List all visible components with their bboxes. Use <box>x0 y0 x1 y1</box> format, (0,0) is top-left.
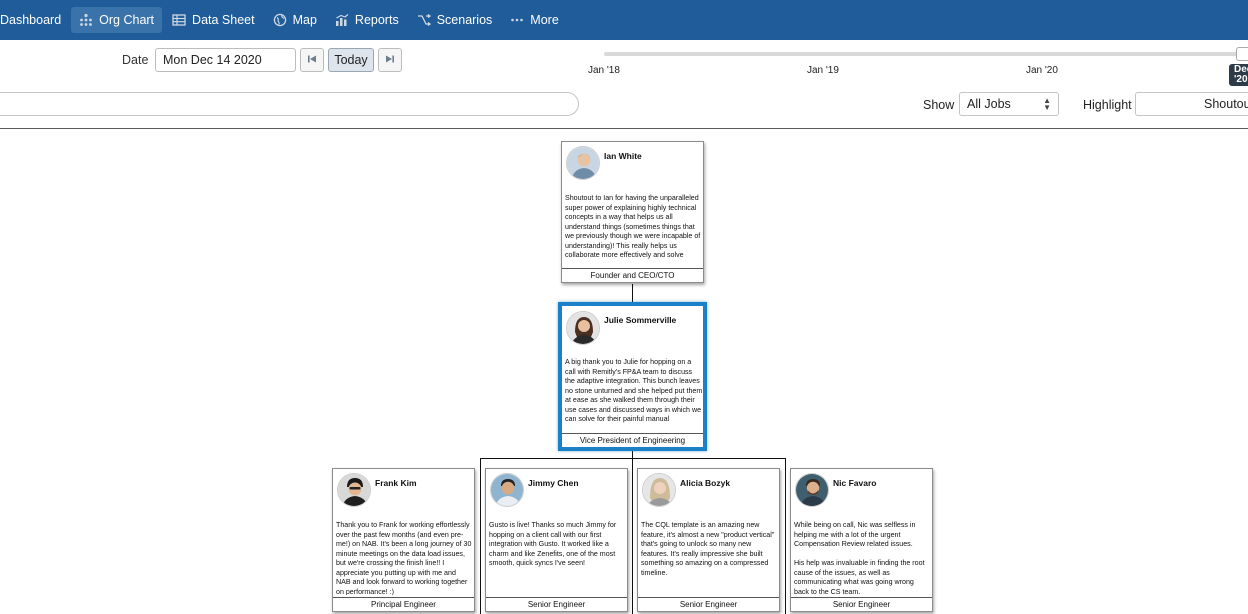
connector-right <box>785 458 786 614</box>
timeline-handle[interactable] <box>1236 47 1248 61</box>
connector-root-vp <box>632 284 633 303</box>
org-chart-icon <box>79 13 93 27</box>
org-card-julie-sommerville[interactable]: Julie Sommerville A big thank you to Jul… <box>558 302 707 451</box>
highlight-select[interactable]: Shoutout <box>1135 92 1248 116</box>
avatar <box>566 146 600 180</box>
card-shoutout-text: The CQL template is an amazing new featu… <box>641 521 775 577</box>
nav-scenarios-label: Scenarios <box>436 13 493 27</box>
avatar <box>337 473 371 507</box>
reports-icon <box>335 13 349 27</box>
org-card-frank-kim[interactable]: Frank Kim Thank you to Frank for working… <box>332 468 475 612</box>
card-job-title: Senior Engineer <box>638 597 779 611</box>
card-name: Ian White <box>604 151 642 161</box>
connector-vp-down <box>632 450 633 458</box>
skip-back-icon <box>307 51 317 69</box>
nav-map-label: Map <box>292 13 317 27</box>
avatar <box>566 311 600 345</box>
timeline-tick: Jan '19 <box>807 65 839 76</box>
card-name: Jimmy Chen <box>528 478 579 488</box>
nav-org-chart[interactable]: Org Chart <box>71 7 163 33</box>
show-select[interactable]: All Jobs ▲ ▼ <box>959 92 1059 116</box>
card-job-title: Vice President of Engineering <box>562 433 703 447</box>
nav-more-label: More <box>530 13 559 27</box>
org-card-alicia-bozyk[interactable]: Alicia Bozyk The CQL template is an amaz… <box>637 468 780 612</box>
card-shoutout-text: Shoutout to Ian for having the unparalle… <box>565 194 701 259</box>
date-label: Date <box>122 53 149 67</box>
nav-reports[interactable]: Reports <box>327 7 407 33</box>
next-date-button[interactable] <box>378 48 402 72</box>
avatar <box>490 473 524 507</box>
highlight-select-value: Shoutout <box>1204 97 1248 111</box>
previous-date-button[interactable] <box>300 48 324 72</box>
today-button[interactable]: Today <box>328 48 374 72</box>
card-shoutout-text: Thank you to Frank for working effortles… <box>336 521 472 595</box>
connector-middle <box>632 458 633 614</box>
scenarios-icon <box>417 13 431 27</box>
card-name: Frank Kim <box>375 478 417 488</box>
nav-org-chart-label: Org Chart <box>99 13 155 27</box>
nav-data-sheet[interactable]: Data Sheet <box>164 7 263 33</box>
org-card-ian-white[interactable]: Ian White Shoutout to Ian for having the… <box>561 141 704 283</box>
avatar <box>642 473 676 507</box>
nav-map[interactable]: Map <box>265 7 325 33</box>
org-card-jimmy-chen[interactable]: Jimmy Chen Gusto is live! Thanks so much… <box>485 468 628 612</box>
data-sheet-icon <box>172 13 186 27</box>
timeline-track[interactable] <box>604 52 1248 56</box>
select-caret-icon: ▲ ▼ <box>1043 96 1051 112</box>
toolbar-divider <box>0 128 1248 129</box>
card-name: Julie Sommerville <box>604 315 677 325</box>
org-card-nic-favaro[interactable]: Nic Favaro While being on call, Nic was … <box>790 468 933 612</box>
timeline-current-year: '20 <box>1234 74 1248 85</box>
highlight-label: Highlight <box>1083 98 1132 112</box>
show-label: Show <box>923 98 955 112</box>
card-shoutout-text: A big thank you to Julie for hopping on … <box>565 358 703 423</box>
search-input[interactable] <box>0 92 579 116</box>
nav-reports-label: Reports <box>354 13 399 27</box>
timeline-current-date-tooltip: Dec '20 <box>1229 64 1248 86</box>
globe-icon <box>273 13 287 27</box>
card-name: Nic Favaro <box>833 478 877 488</box>
nav-dashboard-label: Dashboard <box>0 13 62 27</box>
connector-left <box>480 458 481 614</box>
nav-dashboard[interactable]: Dashboard <box>0 7 69 33</box>
card-shoutout-text: While being on call, Nic was selfless in… <box>794 521 925 595</box>
nav-data-sheet-label: Data Sheet <box>192 13 255 27</box>
timeline-tick: Jan '20 <box>1026 65 1058 76</box>
show-select-value: All Jobs <box>967 97 1011 111</box>
connector-horizontal <box>480 458 786 459</box>
avatar <box>795 473 829 507</box>
top-nav: Dashboard Org Chart Data Sheet Map Repor… <box>0 0 1248 40</box>
nav-more[interactable]: More <box>502 7 566 33</box>
skip-forward-icon <box>385 51 395 69</box>
timeline-tick: Jan '18 <box>588 65 620 76</box>
card-name: Alicia Bozyk <box>680 478 731 488</box>
card-job-title: Founder and CEO/CTO <box>562 268 703 282</box>
card-job-title: Principal Engineer <box>333 597 474 611</box>
date-input[interactable]: Mon Dec 14 2020 <box>155 48 296 72</box>
more-dots-icon <box>510 13 524 27</box>
card-job-title: Senior Engineer <box>486 597 627 611</box>
card-job-title: Senior Engineer <box>791 597 932 611</box>
nav-scenarios[interactable]: Scenarios <box>409 7 501 33</box>
card-shoutout-text: Gusto is live! Thanks so much Jimmy for … <box>489 521 617 567</box>
